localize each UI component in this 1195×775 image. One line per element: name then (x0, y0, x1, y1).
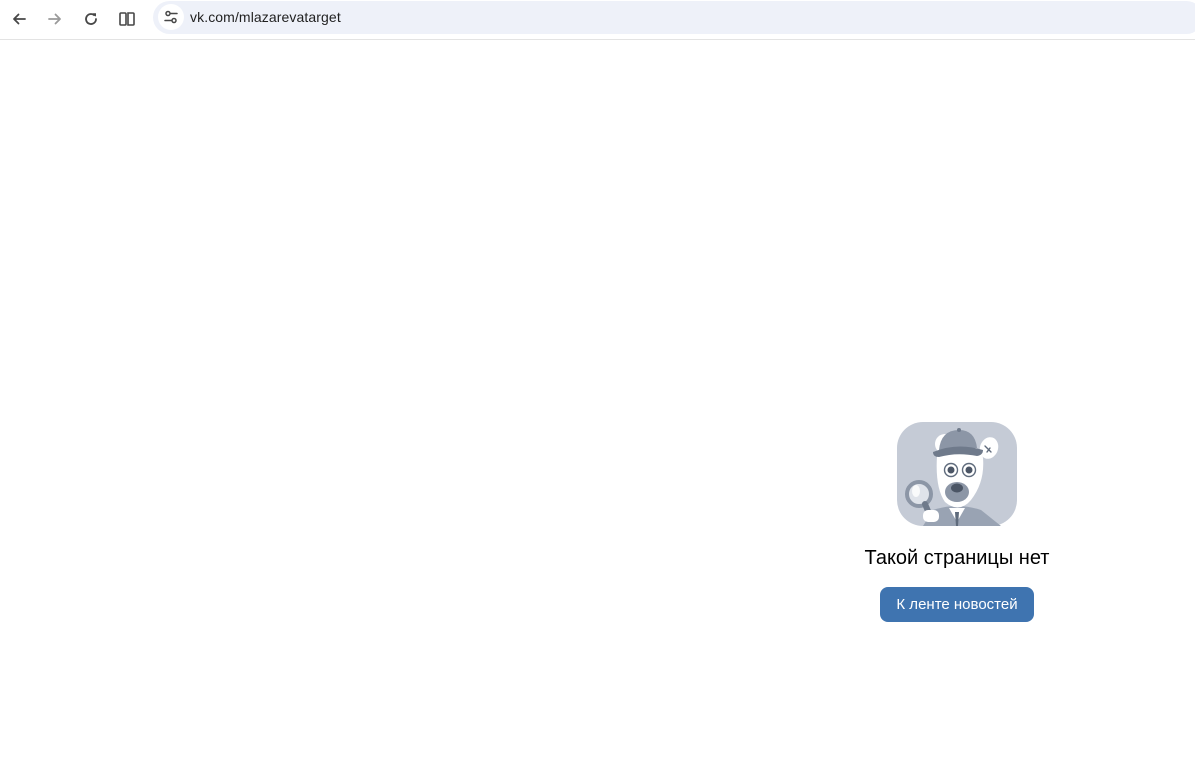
detective-dog-icon (897, 422, 1017, 526)
split-view-icon (119, 12, 135, 26)
page-content: Такой страницы нет К ленте новостей (0, 41, 1195, 775)
error-title: Такой страницы нет (864, 547, 1050, 569)
reload-icon (85, 13, 97, 25)
go-to-news-feed-button[interactable]: К ленте новостей (880, 587, 1034, 622)
arrow-left-icon (13, 13, 26, 25)
browser-toolbar: vk.com/mlazarevatarget (0, 0, 1195, 40)
url-text[interactable]: vk.com/mlazarevatarget (190, 9, 341, 25)
back-button[interactable] (5, 5, 33, 33)
arrow-right-icon (48, 13, 61, 25)
address-bar[interactable]: vk.com/mlazarevatarget (153, 1, 1195, 34)
forward-button[interactable] (41, 5, 69, 33)
site-info-button[interactable] (158, 4, 184, 30)
split-view-button[interactable] (113, 5, 141, 33)
tune-icon (164, 10, 178, 24)
reload-button[interactable] (77, 5, 105, 33)
